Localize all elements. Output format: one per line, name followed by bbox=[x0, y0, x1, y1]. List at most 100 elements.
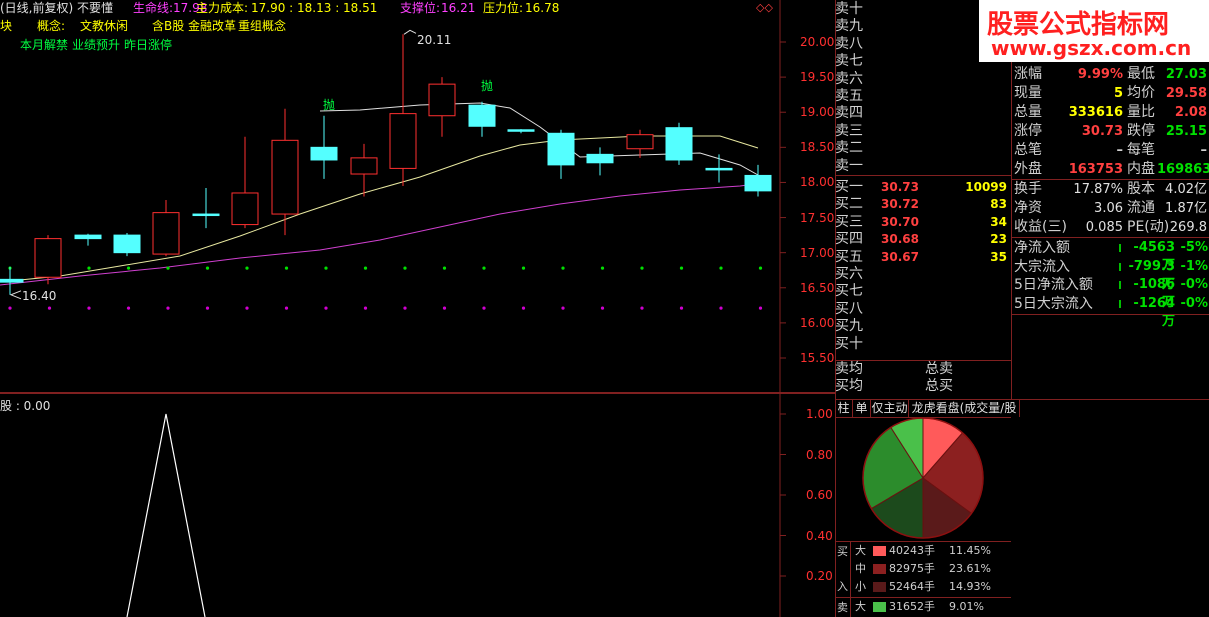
buy-level-label: 买四 bbox=[835, 231, 863, 248]
legend-sell-char: 卖 bbox=[837, 601, 848, 614]
support-dot bbox=[205, 306, 210, 310]
candle-body bbox=[468, 104, 496, 127]
price-axis-label: 17.00 bbox=[800, 245, 835, 260]
price-axis-label: 17.50 bbox=[800, 210, 835, 225]
candle-body bbox=[389, 113, 417, 169]
pressure-dot bbox=[442, 266, 447, 270]
support-dot bbox=[284, 306, 289, 310]
price-axis-label: 18.00 bbox=[800, 175, 835, 190]
legend-swatch bbox=[873, 602, 886, 612]
high-price-label: 20.11 bbox=[417, 33, 452, 47]
buy-price: 30.70 bbox=[881, 214, 919, 229]
candle-body bbox=[192, 213, 220, 217]
quote-value: 29.58 bbox=[1165, 86, 1207, 101]
low-price-label: 16.40 bbox=[22, 289, 57, 303]
support-dot bbox=[758, 306, 763, 310]
support-dot bbox=[482, 306, 486, 310]
support-dot bbox=[442, 306, 447, 310]
money-flow-label: 5日净流入额 bbox=[1014, 277, 1093, 293]
legend-percent: 14.93% bbox=[949, 580, 991, 593]
total-sell-label: 总卖 bbox=[925, 361, 953, 377]
legend-swatch bbox=[873, 582, 886, 592]
support-dot bbox=[719, 306, 723, 310]
high-marker bbox=[403, 29, 417, 35]
sell-level-label: 卖六 bbox=[835, 70, 863, 87]
pressure-dot bbox=[403, 266, 407, 270]
buy-level-label: 买十 bbox=[835, 335, 863, 352]
indicator-label: 股 : 0.00 bbox=[0, 399, 51, 413]
buy-level-label: 买五 bbox=[835, 248, 863, 265]
legend-percent: 9.01% bbox=[949, 600, 984, 613]
quote-value: 169863 bbox=[1157, 162, 1209, 177]
moving-average-line bbox=[0, 181, 771, 286]
pressure-dot bbox=[324, 266, 328, 270]
money-flow-pct: -5% bbox=[1180, 240, 1208, 255]
legend-size: 大 bbox=[855, 544, 866, 557]
legend-volume: 31652手 bbox=[889, 600, 935, 613]
legend-buy-char: 买 bbox=[837, 545, 848, 558]
candle-body bbox=[665, 127, 693, 161]
buy-price: 30.68 bbox=[881, 232, 919, 247]
tab-bar-chart[interactable]: 柱 bbox=[835, 400, 853, 417]
quote-value: 333616 bbox=[1068, 105, 1123, 120]
support-dot bbox=[521, 306, 526, 310]
pressure-dot bbox=[758, 266, 763, 270]
price-axis-label: 15.50 bbox=[800, 351, 835, 365]
candle-body bbox=[626, 134, 654, 150]
quote-label: 总量 bbox=[1014, 104, 1042, 120]
finance-label: 收益(三) bbox=[1014, 219, 1067, 235]
support-dot bbox=[87, 306, 91, 310]
support-dot bbox=[324, 306, 328, 310]
money-flow-pct: -1% bbox=[1180, 258, 1208, 274]
support-dot bbox=[166, 306, 170, 310]
moving-average-line bbox=[0, 135, 759, 283]
money-flow-value: -1264万 bbox=[1133, 295, 1175, 329]
support-dot bbox=[679, 306, 684, 310]
legend-swatch bbox=[873, 546, 886, 556]
money-flow-label: 5日大宗流入 bbox=[1014, 295, 1093, 312]
support-dot bbox=[640, 306, 644, 310]
legend-percent: 11.45% bbox=[949, 544, 991, 557]
candle-body bbox=[113, 234, 141, 254]
finance-label: 股本 bbox=[1127, 181, 1155, 197]
finance-value: 0.085 bbox=[1085, 220, 1123, 235]
finance-value: 269.8 bbox=[1169, 220, 1207, 235]
money-flow-pct: -0% bbox=[1180, 295, 1208, 311]
support-dot bbox=[47, 306, 52, 310]
support-dot bbox=[8, 306, 12, 310]
finance-value: 4.02亿 bbox=[1165, 182, 1207, 197]
support-dot bbox=[561, 306, 565, 310]
buy-level-label: 买八 bbox=[835, 300, 863, 317]
legend-buy-char: 入 bbox=[837, 580, 848, 593]
candle-body bbox=[34, 238, 62, 278]
buy-price: 30.67 bbox=[881, 249, 919, 264]
candle-body bbox=[74, 234, 102, 240]
sell-level-label: 卖五 bbox=[835, 88, 863, 104]
money-flow-label: 净流入额 bbox=[1014, 240, 1070, 256]
support-dot bbox=[245, 306, 249, 310]
indicator-axis-label: 0.80 bbox=[806, 447, 833, 462]
legend-percent: 23.61% bbox=[949, 562, 991, 575]
total-buy-label: 总买 bbox=[925, 378, 953, 394]
quote-label: 总笔 bbox=[1014, 142, 1042, 158]
legend-volume: 40243手 bbox=[889, 544, 935, 557]
quote-value: – bbox=[1116, 143, 1124, 158]
sell-level-label: 卖九 bbox=[835, 18, 863, 35]
indicator-line bbox=[126, 413, 206, 617]
quote-label: 涨停 bbox=[1014, 123, 1042, 139]
pressure-dot bbox=[679, 266, 684, 270]
candle-body bbox=[547, 132, 575, 166]
main-chart[interactable]: (日线,前复权) 不要懂 生命线: 17.98 主力成本: 17.90 : 18… bbox=[0, 0, 835, 617]
money-flow-pct: -0% bbox=[1180, 277, 1208, 292]
quote-label: 量比 bbox=[1127, 104, 1155, 120]
pressure-dot bbox=[284, 266, 289, 270]
buy-level-label: 买一 bbox=[835, 179, 863, 195]
finance-label: 净资 bbox=[1014, 200, 1042, 216]
sell-signal: 抛 bbox=[323, 98, 336, 112]
pressure-dot bbox=[205, 266, 210, 270]
indicator-axis-label: 0.60 bbox=[806, 488, 833, 502]
indicator-axis-label: 0.40 bbox=[806, 528, 833, 543]
sell-level-label: 卖十 bbox=[835, 1, 863, 17]
support-dot bbox=[363, 306, 368, 310]
buy-volume: 35 bbox=[990, 249, 1007, 264]
